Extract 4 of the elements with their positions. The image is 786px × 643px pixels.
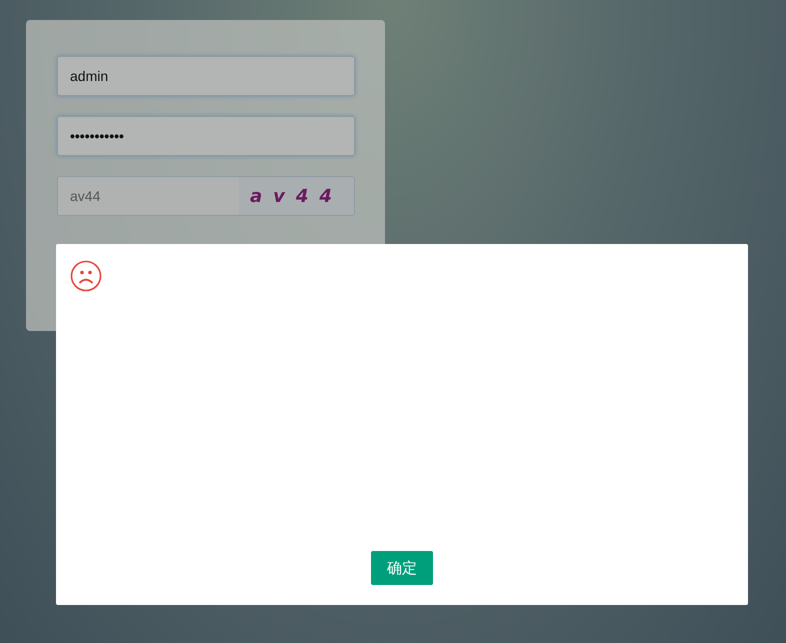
sad-face-icon (70, 260, 102, 292)
password-field[interactable]: ••••••••••• (57, 116, 355, 156)
confirm-button[interactable]: 确定 (371, 551, 433, 585)
username-field[interactable]: admin (57, 56, 355, 96)
